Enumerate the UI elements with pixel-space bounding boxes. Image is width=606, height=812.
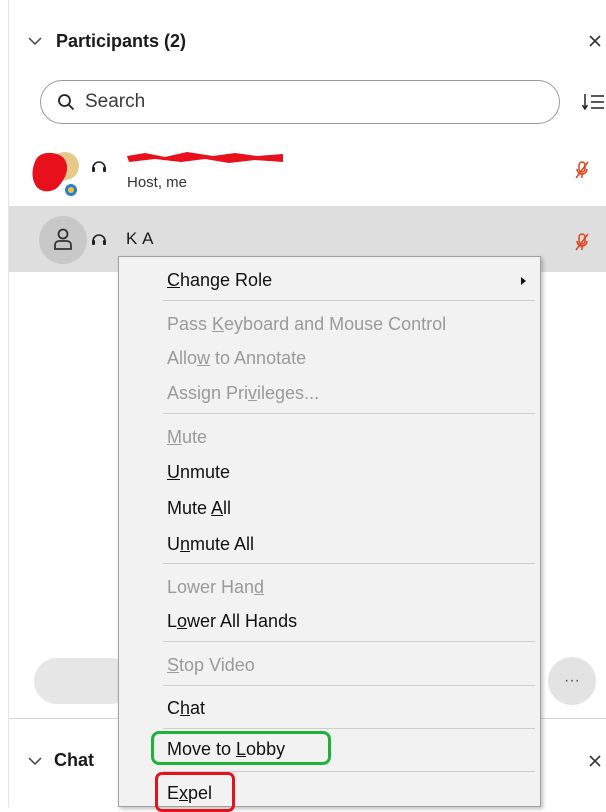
- participants-title: Participants (2): [56, 31, 187, 51]
- avatar: [32, 152, 79, 196]
- participant-row-host[interactable]: Host, me: [9, 138, 606, 202]
- menu-item-change-role[interactable]: Change Role: [167, 269, 272, 291]
- menu-item-unmute[interactable]: Unmute: [167, 461, 230, 483]
- menu-item-allow-annotate: Allow to Annotate: [167, 348, 307, 368]
- menu-item-chat[interactable]: Chat: [167, 697, 205, 719]
- participant-role: Host, me: [127, 174, 188, 191]
- close-icon[interactable]: [588, 34, 602, 48]
- menu-item-lower-all-hands[interactable]: Lower All Hands: [167, 610, 297, 632]
- panel-left-border: [8, 0, 9, 807]
- mic-muted-icon[interactable]: [574, 160, 590, 180]
- mic-muted-icon[interactable]: [574, 232, 590, 252]
- menu-item-stop-video: Stop Video: [167, 655, 255, 675]
- menu-separator: [163, 728, 535, 729]
- menu-separator: [163, 300, 535, 301]
- more-options-button[interactable]: ···: [548, 657, 596, 705]
- menu-separator: [163, 685, 535, 686]
- menu-item-lower-hand: Lower Hand: [167, 577, 265, 597]
- menu-item-mute: Mute: [167, 427, 208, 447]
- participant-name: K A: [126, 229, 154, 248]
- chevron-down-icon[interactable]: [28, 34, 42, 48]
- menu-separator: [163, 641, 535, 642]
- avatar: [39, 216, 87, 264]
- menu-item-assign-privileges: Assign Privileges...: [167, 383, 320, 403]
- menu-separator: [163, 413, 535, 414]
- menu-item-unmute-all[interactable]: Unmute All: [167, 533, 254, 555]
- headset-icon: [92, 161, 106, 172]
- menu-separator: [163, 563, 535, 564]
- more-icon: ···: [564, 672, 580, 689]
- submenu-arrow-icon: [521, 277, 526, 285]
- headset-icon: [92, 234, 106, 245]
- menu-item-pass-control: Pass Keyboard and Mouse Control: [167, 314, 447, 334]
- search-input[interactable]: [85, 89, 545, 115]
- search-icon: [58, 94, 75, 111]
- participant-name-redacted: [127, 152, 283, 163]
- chat-title: Chat: [54, 750, 94, 770]
- sort-icon[interactable]: [582, 92, 604, 112]
- menu-item-mute-all[interactable]: Mute All: [167, 497, 231, 519]
- participants-header: Participants (2): [0, 20, 606, 64]
- participant-context-menu: Change Role Pass Keyboard and Mouse Cont…: [118, 256, 541, 812]
- person-icon: [54, 228, 72, 250]
- close-icon[interactable]: [588, 754, 602, 768]
- search-box[interactable]: [40, 80, 560, 124]
- highlight-move-to-lobby: [151, 731, 331, 765]
- highlight-expel: [155, 772, 235, 812]
- chevron-down-icon[interactable]: [28, 754, 42, 768]
